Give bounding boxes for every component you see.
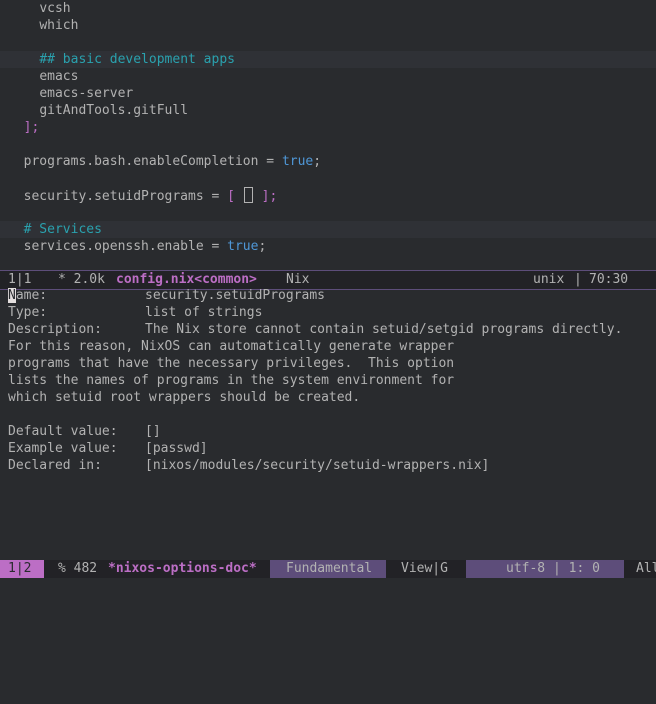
option-name: security.setuidPrograms xyxy=(145,288,326,303)
type-label: Type: xyxy=(8,305,48,320)
declared-label: Declared in: xyxy=(8,458,102,473)
code-line[interactable]: ]; xyxy=(0,119,656,136)
option-key: services.openssh.enable = xyxy=(8,239,228,254)
code-line[interactable]: emacs xyxy=(0,68,656,85)
comment-line-services: # Services xyxy=(0,221,656,238)
doc-declared-row: Declared in: [nixos/modules/security/setu… xyxy=(0,457,656,474)
code-line-bash-completion[interactable]: programs.bash.enableCompletion = true; xyxy=(0,153,656,170)
description-line: programs that have the necessary privile… xyxy=(8,356,455,371)
point-cursor: N xyxy=(8,288,16,303)
doc-type-row: Type: list of strings xyxy=(0,304,656,321)
description-line: For this reason, NixOS can automatically… xyxy=(8,339,455,354)
code-line[interactable]: vcsh xyxy=(0,0,656,17)
code-text: which xyxy=(39,18,79,33)
example-label: Example value: xyxy=(8,441,118,456)
code-line[interactable]: emacs-server xyxy=(0,85,656,102)
option-key: security.setuidPrograms = xyxy=(8,189,228,204)
option-key: programs.bash.enableCompletion = xyxy=(8,154,282,169)
list-close-bracket: ]; xyxy=(261,189,278,204)
window-number: 1|2 xyxy=(0,560,44,578)
default-value: [] xyxy=(145,424,161,439)
code-line[interactable]: which xyxy=(0,17,656,34)
view-state: View|G xyxy=(401,561,448,576)
doc-description-row: Description: The Nix store cannot contain… xyxy=(0,321,656,338)
name-label: ame: xyxy=(15,288,48,303)
description-line: which setuid root wrappers should be cre… xyxy=(8,390,361,405)
encoding-position: utf-8 | 1: 0 xyxy=(466,560,624,578)
code-line-openssh[interactable]: services.openssh.enable = true; xyxy=(0,238,656,255)
default-label: Default value: xyxy=(8,424,118,439)
description-line: lists the names of programs in the syste… xyxy=(8,373,455,388)
code-text: emacs xyxy=(39,69,79,84)
code-line-setuid[interactable]: security.setuidPrograms = [ ]; xyxy=(0,187,656,204)
buffer-name[interactable]: *nixos-options-doc* xyxy=(108,560,257,578)
terminator: ; xyxy=(313,154,322,169)
example-value: [passwd] xyxy=(145,441,208,456)
doc-example-row: Example value: [passwd] xyxy=(0,440,656,457)
declared-link[interactable]: [nixos/modules/security/setuid-wrappers.… xyxy=(145,457,489,474)
terminator: ; xyxy=(258,239,267,254)
doc-name-row: Name: security.setuidPrograms xyxy=(0,287,656,304)
bool-value: true xyxy=(281,154,314,169)
list-open-bracket: [ xyxy=(227,189,235,204)
buffer-size: % 482 xyxy=(58,561,98,576)
major-mode[interactable]: Fundamental xyxy=(270,560,386,578)
code-line[interactable]: gitAndTools.gitFull xyxy=(0,102,656,119)
doc-default-row: Default value: [] xyxy=(0,423,656,440)
code-text: emacs-server xyxy=(39,86,134,101)
text-cursor xyxy=(243,187,253,203)
description-first: The Nix store cannot contain setuid/setg… xyxy=(145,322,623,337)
options-doc-pane[interactable]: Name: security.setuidPrograms Type: list o… xyxy=(0,287,656,557)
scroll-indicator: All xyxy=(636,561,656,576)
code-text: ]; xyxy=(23,120,40,135)
option-type: list of strings xyxy=(145,305,263,320)
code-text: ## basic development apps xyxy=(39,52,235,67)
code-text: vcsh xyxy=(39,1,71,16)
code-line[interactable]: ## basic development apps xyxy=(0,51,656,68)
editor-pane[interactable]: vcsh which ## basic development apps ema… xyxy=(0,0,656,269)
code-text: gitAndTools.gitFull xyxy=(39,103,189,118)
bool-value: true xyxy=(227,239,259,254)
modeline-bottom: 1|2 % 482 *nixos-options-doc* Fundamenta… xyxy=(0,560,656,578)
description-label: Description: xyxy=(8,322,102,337)
